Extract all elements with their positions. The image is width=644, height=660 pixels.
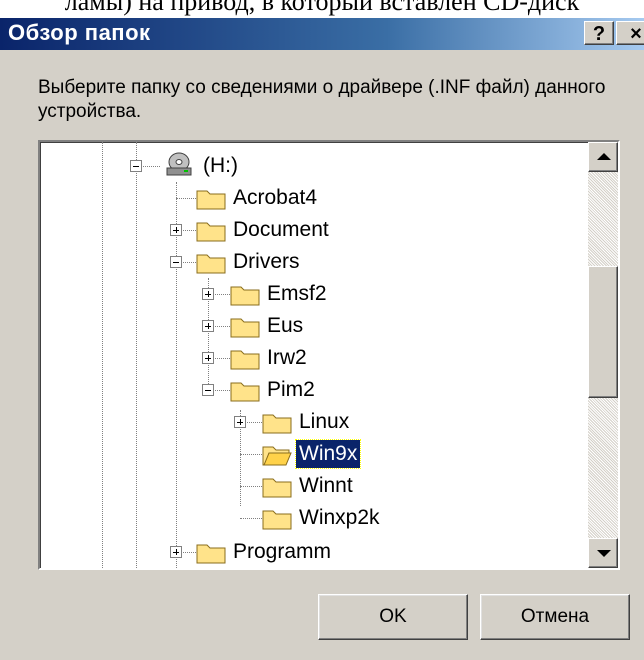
tree-row-linux[interactable]: Linux	[40, 408, 588, 442]
scroll-down-button[interactable]	[588, 538, 618, 568]
close-button[interactable]: ×	[616, 21, 644, 45]
folder-icon	[230, 382, 260, 402]
collapse-toggle[interactable]	[170, 256, 182, 268]
scroll-up-button[interactable]	[588, 142, 618, 172]
open-folder-icon	[262, 446, 292, 466]
dialog-title: Обзор папок	[8, 20, 151, 45]
tree-row-pim2[interactable]: Pim2	[40, 376, 588, 410]
folder-icon	[230, 318, 260, 338]
expand-toggle[interactable]	[170, 546, 182, 558]
folder-icon	[230, 350, 260, 370]
folder-icon	[230, 286, 260, 306]
tree-row-emsf2[interactable]: Emsf2	[40, 280, 588, 314]
expand-toggle[interactable]	[202, 320, 214, 332]
tree-row-winxp2k[interactable]: Winxp2k	[40, 504, 588, 538]
expand-toggle[interactable]	[202, 352, 214, 364]
tree-row-win9x[interactable]: Win9x	[40, 439, 588, 474]
tree-row-document[interactable]: Document	[40, 216, 588, 250]
tree-branch-line	[240, 518, 262, 519]
tree-item-label: Eus	[267, 314, 304, 337]
expand-toggle[interactable]	[234, 416, 246, 428]
tree-item-label: Drivers	[233, 250, 300, 273]
tree-row-programm[interactable]: Programm	[40, 538, 588, 568]
tree-item-label: Document	[233, 218, 329, 241]
tree-branch-line	[240, 486, 262, 487]
collapse-toggle[interactable]	[202, 384, 214, 396]
ok-button[interactable]: OK	[318, 594, 468, 640]
tree-item-label: Winxp2k	[299, 506, 380, 529]
collapse-toggle[interactable]	[130, 160, 142, 172]
cancel-button[interactable]: Отмена	[480, 594, 630, 640]
tree-row-drive[interactable]: (H:)	[40, 152, 588, 186]
arrow-down-icon	[597, 550, 611, 557]
tree-row-irw2[interactable]: Irw2	[40, 344, 588, 378]
folder-icon	[262, 414, 292, 434]
tree-item-label: Acrobat4	[233, 186, 318, 209]
expand-toggle[interactable]	[202, 288, 214, 300]
instruction-text: Выберите папку со сведениями о драйвере …	[38, 77, 606, 122]
folder-icon	[196, 190, 226, 210]
tree-item-label: Linux	[299, 410, 350, 433]
tree-item-label: Emsf2	[267, 282, 327, 305]
tree-item-label: Winnt	[299, 474, 353, 497]
tree-item-label: (H:)	[203, 154, 238, 177]
help-button[interactable]: ?	[584, 21, 614, 45]
folder-tree-view[interactable]: (H:) Acrobat4 Document Drivers Emsf2 Eus…	[38, 140, 620, 570]
folder-icon	[196, 222, 226, 242]
tree-row-winnt[interactable]: Winnt	[40, 472, 588, 506]
tree-branch-line	[240, 454, 262, 455]
cd-drive-icon	[166, 152, 192, 176]
scroll-thumb[interactable]	[588, 266, 618, 398]
tree-item-label: Win9x	[294, 439, 362, 469]
arrow-up-icon	[597, 153, 611, 160]
tree-item-label: Programm	[233, 540, 332, 563]
vertical-scrollbar[interactable]	[588, 142, 618, 568]
tree-row-drivers[interactable]: Drivers	[40, 248, 588, 282]
folder-icon	[262, 510, 292, 530]
tree-content: (H:) Acrobat4 Document Drivers Emsf2 Eus…	[40, 142, 588, 568]
folder-icon	[262, 478, 292, 498]
tree-item-label: Pim2	[267, 378, 315, 401]
expand-toggle[interactable]	[170, 224, 182, 236]
folder-icon	[196, 544, 226, 564]
title-bar[interactable]: Обзор папок ? ×	[0, 18, 644, 50]
browse-folders-dialog: Обзор папок ? × Выберите папку со сведен…	[0, 18, 644, 660]
folder-icon	[196, 254, 226, 274]
document-text-fragment: ламы) на привод, в который вставлен CD-д…	[64, 0, 580, 16]
tree-branch-line	[176, 198, 196, 199]
tree-row-acrobat4[interactable]: Acrobat4	[40, 184, 588, 218]
tree-row-eus[interactable]: Eus	[40, 312, 588, 346]
tree-item-label: Irw2	[267, 346, 307, 369]
